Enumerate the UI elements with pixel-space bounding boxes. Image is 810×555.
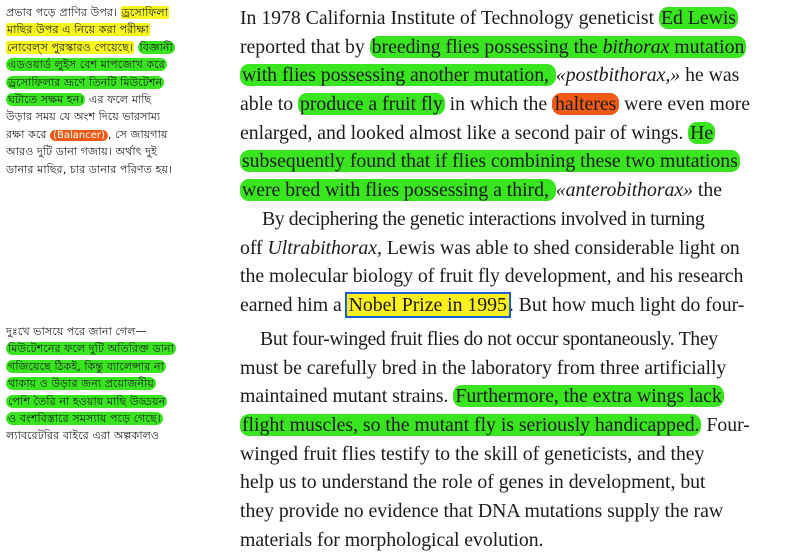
highlight-green: গজিয়েছে ঠিকই, কিন্তু ব্যালেন্সার না <box>6 359 166 373</box>
english-line: reported that by breeding flies possessi… <box>240 35 747 58</box>
bengali-line: মাছির উপর এ নিয়ে করা পরীক্ষা <box>6 21 220 38</box>
highlight-green: with flies possessing another mutation, <box>240 64 556 87</box>
bengali-line: ঘটাতে সক্ষম হন। এর ফলে মাছি <box>6 92 152 106</box>
english-paragraph-bottom: But four-winged fruit flies do not occur… <box>240 325 802 555</box>
english-line: must be carefully bred in the laboratory… <box>240 356 727 379</box>
english-line: By deciphering the genetic interactions … <box>262 207 705 230</box>
bengali-line: ড্রসোফিলার ভ্রূণে তিনটি মিউটেশন <box>6 74 220 91</box>
english-line: winged fruit flies testify to the skill … <box>240 442 705 465</box>
highlight-green: Furthermore, the extra wings lack <box>453 385 724 408</box>
bengali-line: ল্যাবরেটরির বাইরে এরা অল্পকালও <box>6 429 160 443</box>
english-line: with flies possessing another mutation, … <box>240 64 740 87</box>
highlight-green: flight muscles, so the mutant fly is ser… <box>240 414 702 437</box>
highlight-green: were bred with flies possessing a third, <box>240 179 556 202</box>
english-line: subsequently found that if flies combini… <box>240 147 802 176</box>
highlight-green: breeding flies possessing the bithorax m… <box>369 35 747 58</box>
english-line: they provide no evidence that DNA mutati… <box>240 500 724 523</box>
english-line: In 1978 California Institute of Technolo… <box>240 7 738 29</box>
highlight-green: ঘটাতে সক্ষম হন। <box>6 92 86 106</box>
english-line: earned him a Nobel Prize in 1995. But ho… <box>240 291 745 318</box>
english-line: maintained mutant strains. Furthermore, … <box>240 385 724 408</box>
highlight-green: এডওয়ার্ড লুইস বেশ মাপজোখ করে <box>6 58 167 72</box>
bengali-line: প্রভাব পড়ে প্রাণির উপর। ড্রসোফিলা <box>6 6 169 19</box>
english-paragraph-top: In 1978 California Institute of Technolo… <box>240 4 802 320</box>
bengali-line: দুঃখে ভাসয়ে পরে জানা গেল— <box>6 325 147 338</box>
bengali-line: উড়ার সময় যে অংশ দিয়ে ভারসাম্য <box>6 110 161 124</box>
highlight-green: Ed Lewis <box>658 7 738 29</box>
bengali-text-block-bottom: দুঃখে ভাসয়ে পরে জানা গেল— মিউটেশনের ফলে… <box>6 323 220 445</box>
highlight-green: He <box>688 121 716 144</box>
bengali-line: মিউটেশনের ফলে দুটি অতিরিক্ত ডানা <box>6 340 220 357</box>
highlight-green: subsequently found that if flies combini… <box>240 150 740 173</box>
bengali-line: থাকায় ও উড়ার জন্য প্রয়োজনীয় <box>6 375 220 392</box>
bengali-line: নোবেল্স পুরস্কারও পেয়েছে। বিজ্ঞানী <box>6 39 220 56</box>
english-line: enlarged, and looked almost like a secon… <box>240 121 716 144</box>
highlight-green: থাকায় ও উড়ার জন্য প্রয়োজনীয় <box>6 377 156 391</box>
bengali-line: ও বংশবিস্তারে সমস্যায় পড়ে গেছে। <box>6 410 220 427</box>
bengali-line: ডানার মাছির, চার ডানার পরিণত হয়। <box>6 162 173 176</box>
highlight-yellow: মাছির উপর এ নিয়ে করা পরীক্ষা <box>6 23 150 37</box>
highlight-green: produce a fruit fly <box>297 93 445 116</box>
highlight-green: ড্রসোফিলার ভ্রূণে তিনটি মিউটেশন <box>6 75 165 89</box>
highlight-green: বিজ্ঞানী <box>137 40 175 54</box>
highlight-yellow-boxed: Nobel Prize in 1995 <box>344 291 511 318</box>
english-line: were bred with flies possessing a third,… <box>240 179 722 202</box>
highlight-green: পেশি তৈরি না হওয়ায় মাছি উড্ডয়ন <box>6 394 168 408</box>
bengali-line: আরও দুটি ডানা গজায়। অর্থাৎ দুই <box>6 145 157 159</box>
highlight-yellow: নোবেল্স পুরস্কারও পেয়েছে। <box>6 40 134 54</box>
bengali-text-block-top: প্রভাব পড়ে প্রাণির উপর। ড্রসোফিলা মাছির… <box>6 4 220 178</box>
highlight-green: মিউটেশনের ফলে দুটি অতিরিক্ত ডানা <box>6 342 176 356</box>
bengali-line: এডওয়ার্ড লুইস বেশ মাপজোখ করে <box>6 56 220 73</box>
english-line: able to produce a fruit fly in which the… <box>240 93 751 116</box>
english-line: help us to understand the role of genes … <box>240 471 706 494</box>
english-line: the molecular biology of fruit fly devel… <box>240 265 744 288</box>
highlight-yellow: ড্রসোফিলা <box>120 6 169 19</box>
bengali-line: পেশি তৈরি না হওয়ায় মাছি উড্ডয়ন <box>6 393 220 410</box>
bengali-line: রক্ষা করে (Balancer), সে জায়গায় <box>6 127 168 141</box>
english-line: But four-winged fruit flies do not occur… <box>260 328 718 350</box>
english-line: materials for morphological evolution. <box>240 528 544 551</box>
highlight-orange: halteres <box>552 93 620 116</box>
highlight-orange: (Balancer) <box>50 129 108 141</box>
highlight-green: ও বংশবিস্তারে সমস্যায় পড়ে গেছে। <box>6 411 163 425</box>
bengali-line: গজিয়েছে ঠিকই, কিন্তু ব্যালেন্সার না <box>6 358 220 375</box>
english-line: off Ultrabithorax, Lewis was able to she… <box>240 236 740 259</box>
english-line: flight muscles, so the mutant fly is ser… <box>240 414 750 437</box>
